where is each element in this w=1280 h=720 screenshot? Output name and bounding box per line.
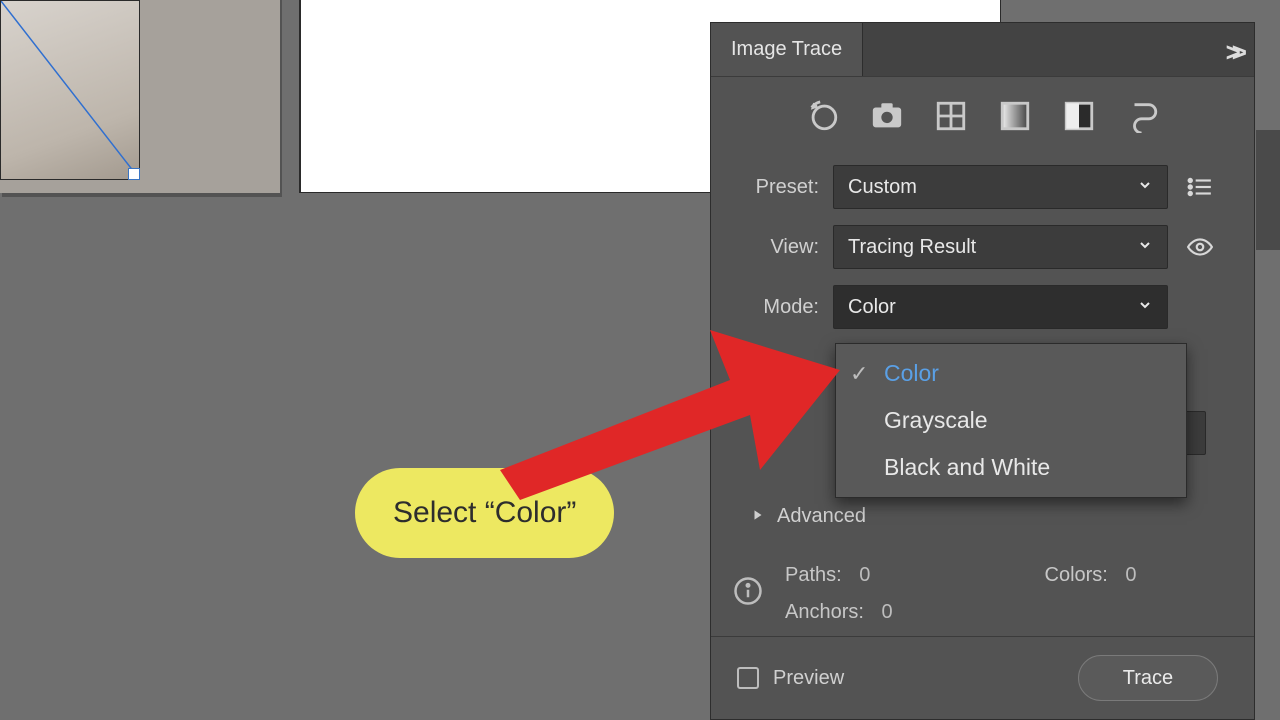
preview-label: Preview (773, 667, 844, 690)
preset-row: Preset: Custom (711, 157, 1254, 217)
camera-icon[interactable] (870, 99, 904, 139)
anchors-value: 0 (882, 601, 893, 623)
panel-title: Image Trace (731, 38, 842, 61)
view-label: View: (711, 236, 819, 259)
selection-diagonal (1, 1, 139, 178)
panel-footer: Preview Trace (711, 636, 1254, 719)
selected-image[interactable] (0, 0, 140, 180)
mode-dropdown-menu: ✓ Color Grayscale Black and White (835, 343, 1187, 498)
panel-scrollbar[interactable] (1256, 130, 1280, 250)
checkbox-box (737, 667, 759, 689)
mode-option-bw[interactable]: Black and White (836, 444, 1186, 491)
paths-stat: Paths: 0 (785, 564, 955, 587)
mode-value: Color (848, 296, 896, 319)
trace-button[interactable]: Trace (1078, 655, 1218, 701)
preset-label: Preset: (711, 176, 819, 199)
mode-label: Mode: (711, 296, 819, 319)
anchors-stat: Anchors: 0 (785, 601, 955, 624)
chevron-down-icon (1137, 176, 1153, 199)
panel-tab-image-trace[interactable]: Image Trace (711, 23, 862, 76)
info-icon (733, 576, 763, 612)
mode-option-grayscale[interactable]: Grayscale (836, 397, 1186, 444)
paths-label: Paths: (785, 564, 842, 586)
chevron-down-icon (1137, 296, 1153, 319)
preset-icon-row (711, 77, 1254, 157)
mode-option-color[interactable]: ✓ Color (836, 350, 1186, 397)
preset-options-icon[interactable] (1182, 174, 1218, 200)
contrast-icon[interactable] (1062, 99, 1096, 139)
panel-tab-spacer (862, 23, 1254, 76)
artboard-icon[interactable] (934, 99, 968, 139)
mode-option-label: Black and White (884, 454, 1050, 481)
trace-button-label: Trace (1123, 667, 1173, 690)
collapse-panel-icon[interactable]: >> (1226, 37, 1238, 68)
annotation-arrow (460, 320, 860, 520)
chevron-down-icon (1137, 236, 1153, 259)
gradient-icon[interactable] (998, 99, 1032, 139)
auto-color-icon[interactable] (806, 99, 840, 139)
view-dropdown[interactable]: Tracing Result (833, 225, 1168, 269)
panel-header: Image Trace >> (711, 23, 1254, 77)
anchors-label: Anchors: (785, 601, 864, 623)
outline-icon[interactable] (1126, 99, 1160, 139)
colors-value: 0 (1125, 564, 1136, 586)
mode-dropdown[interactable]: Color (833, 285, 1168, 329)
view-value: Tracing Result (848, 236, 976, 259)
trace-stats: Paths: 0 Colors: 0 Anchors: 0 (711, 536, 1254, 628)
mode-option-label: Grayscale (884, 407, 988, 434)
paths-value: 0 (859, 564, 870, 586)
colors-label: Colors: (1045, 564, 1108, 586)
preview-checkbox[interactable]: Preview (737, 667, 844, 690)
preset-dropdown[interactable]: Custom (833, 165, 1168, 209)
mode-option-label: Color (884, 360, 939, 387)
view-row: View: Tracing Result (711, 217, 1254, 277)
view-visibility-icon[interactable] (1182, 234, 1218, 260)
colors-stat: Colors: 0 (1045, 564, 1215, 587)
preset-value: Custom (848, 176, 917, 199)
